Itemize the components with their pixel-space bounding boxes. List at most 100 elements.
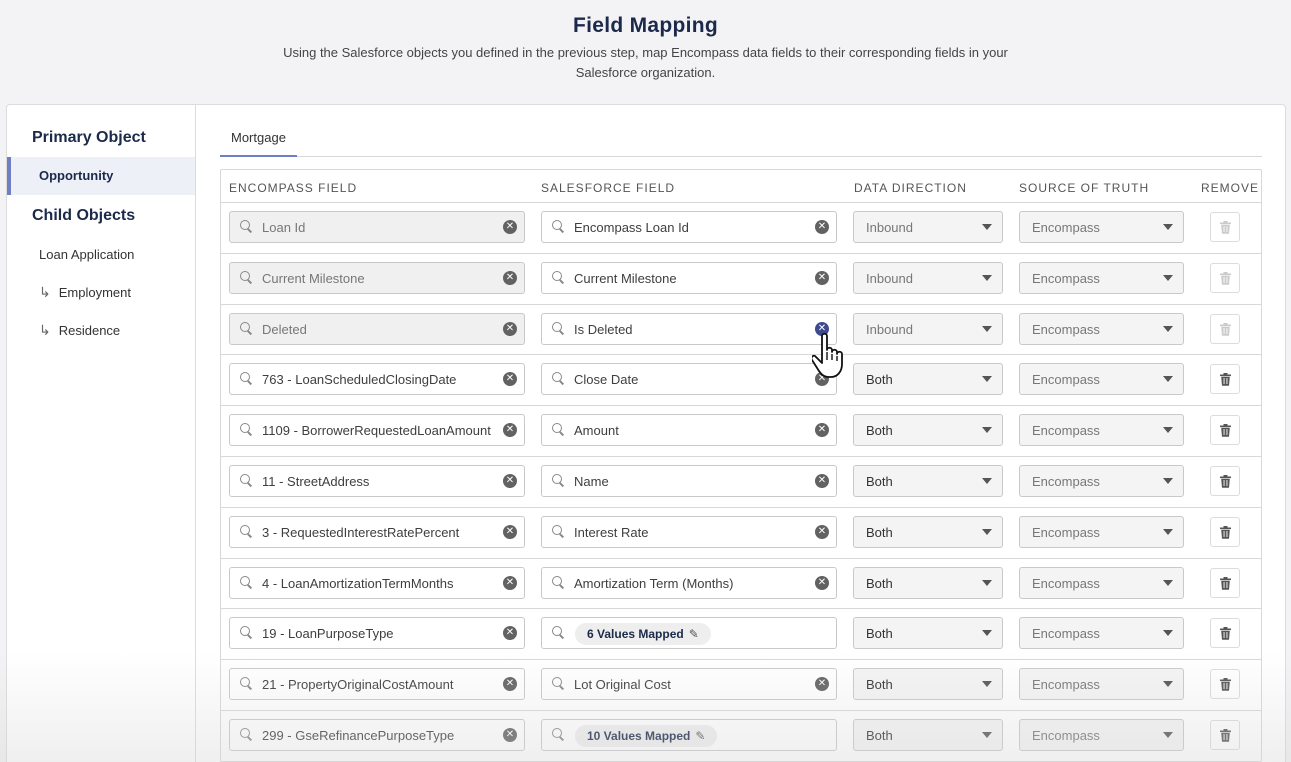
encompass-field-input[interactable]: 4 - LoanAmortizationTermMonths ✕ xyxy=(229,566,525,599)
source-of-truth-select[interactable]: Encompass xyxy=(1019,718,1184,751)
data-direction-select[interactable]: Both xyxy=(853,414,1003,447)
clear-icon[interactable]: ✕ xyxy=(815,677,829,692)
clear-icon[interactable]: ✕ xyxy=(503,423,517,438)
clear-icon[interactable]: ✕ xyxy=(815,575,829,590)
remove-button[interactable] xyxy=(1210,618,1240,649)
tab-mortgage[interactable]: Mortgage xyxy=(220,129,297,157)
search-icon xyxy=(240,575,251,587)
data-direction-select[interactable]: Inbound xyxy=(853,312,1003,345)
search-icon xyxy=(240,473,251,485)
data-direction-select[interactable]: Both xyxy=(853,566,1003,599)
clear-icon[interactable]: ✕ xyxy=(815,473,829,488)
clear-icon[interactable]: ✕ xyxy=(503,372,517,387)
source-of-truth-select[interactable]: Encompass xyxy=(1019,515,1184,548)
clear-icon[interactable]: ✕ xyxy=(503,626,517,641)
values-mapped-label: 6 Values Mapped xyxy=(587,627,684,642)
source-of-truth-select[interactable]: Encompass xyxy=(1019,464,1184,497)
data-direction-select[interactable]: Both xyxy=(853,515,1003,548)
data-direction-select[interactable]: Inbound xyxy=(853,261,1003,294)
search-icon xyxy=(240,423,251,434)
sidebar-item-residence[interactable]: ↳ Residence xyxy=(39,322,120,339)
encompass-field-input[interactable]: 1109 - BorrowerRequestedLoanAmount ✕ xyxy=(229,414,525,447)
page-header: Field Mapping Using the Salesforce objec… xyxy=(0,0,1291,104)
remove-button[interactable] xyxy=(1210,719,1240,750)
salesforce-field-input[interactable]: Lot Original Cost ✕ xyxy=(541,668,837,701)
encompass-field-input[interactable]: 19 - LoanPurposeType ✕ xyxy=(229,617,525,650)
encompass-field-value: 3 - RequestedInterestRatePercent xyxy=(262,524,460,540)
salesforce-field-input[interactable]: Close Date ✕ xyxy=(541,363,837,396)
clear-icon[interactable]: ✕ xyxy=(815,524,829,539)
source-of-truth-select[interactable]: Encompass xyxy=(1019,414,1184,447)
salesforce-field-input[interactable]: 6 Values Mapped ✎ xyxy=(541,617,837,650)
sidebar-item-opportunity[interactable]: Opportunity xyxy=(7,157,195,195)
encompass-field-input[interactable]: 21 - PropertyOriginalCostAmount ✕ xyxy=(229,668,525,701)
table-row: Loan Id ✕ Encompass Loan Id ✕ Inbound En… xyxy=(221,203,1261,254)
data-direction-value: Both xyxy=(866,727,893,743)
search-icon xyxy=(552,372,563,383)
salesforce-field-input[interactable]: Interest Rate ✕ xyxy=(541,515,837,548)
encompass-field-input[interactable]: Deleted ✕ xyxy=(229,312,525,345)
clear-icon[interactable]: ✕ xyxy=(815,220,829,234)
salesforce-field-input[interactable]: Is Deleted ✕ xyxy=(541,312,837,345)
data-direction-select[interactable]: Both xyxy=(853,464,1003,497)
search-icon xyxy=(552,473,563,485)
salesforce-field-input[interactable]: Amount ✕ xyxy=(541,414,837,447)
source-of-truth-select[interactable]: Encompass xyxy=(1019,566,1184,599)
clear-icon[interactable]: ✕ xyxy=(503,575,517,590)
salesforce-field-input[interactable]: Amortization Term (Months) ✕ xyxy=(541,566,837,599)
salesforce-field-input[interactable]: Current Milestone ✕ xyxy=(541,261,837,294)
data-direction-select[interactable]: Both xyxy=(853,363,1003,396)
clear-icon[interactable]: ✕ xyxy=(815,270,829,285)
clear-icon[interactable]: ✕ xyxy=(503,727,517,742)
clear-icon[interactable]: ✕ xyxy=(503,220,517,234)
clear-icon[interactable]: ✕ xyxy=(503,677,517,692)
remove-button[interactable] xyxy=(1210,516,1240,547)
source-of-truth-select[interactable]: Encompass xyxy=(1019,312,1184,345)
remove-button[interactable] xyxy=(1210,415,1240,446)
data-direction-select[interactable]: Both xyxy=(853,718,1003,751)
source-of-truth-value: Encompass xyxy=(1032,626,1100,642)
salesforce-field-input[interactable]: Name ✕ xyxy=(541,464,837,497)
source-of-truth-select[interactable]: Encompass xyxy=(1019,617,1184,650)
chevron-down-icon xyxy=(982,477,992,484)
remove-button[interactable] xyxy=(1210,465,1240,496)
chevron-down-icon xyxy=(1163,224,1173,230)
salesforce-field-value: Interest Rate xyxy=(574,524,649,540)
remove-button[interactable] xyxy=(1210,567,1240,598)
salesforce-field-input[interactable]: 10 Values Mapped ✎ xyxy=(541,718,837,751)
encompass-field-value: 1109 - BorrowerRequestedLoanAmount xyxy=(262,423,491,439)
primary-object-heading: Primary Object xyxy=(32,129,146,146)
chevron-down-icon xyxy=(982,224,992,230)
encompass-field-input[interactable]: 299 - GseRefinancePurposeType ✕ xyxy=(229,718,525,751)
data-direction-select[interactable]: Both xyxy=(853,617,1003,650)
clear-icon[interactable]: ✕ xyxy=(815,372,829,387)
sidebar-item-loan-application[interactable]: Loan Application xyxy=(39,247,134,262)
values-mapped-pill[interactable]: 10 Values Mapped ✎ xyxy=(575,724,718,747)
values-mapped-pill[interactable]: 6 Values Mapped ✎ xyxy=(575,623,711,646)
encompass-field-input[interactable]: Loan Id ✕ xyxy=(229,211,525,243)
table-body: Loan Id ✕ Encompass Loan Id ✕ Inbound En… xyxy=(221,203,1261,762)
clear-icon[interactable]: ✕ xyxy=(503,321,517,336)
clear-icon[interactable]: ✕ xyxy=(815,321,829,336)
encompass-field-input[interactable]: Current Milestone ✕ xyxy=(229,261,525,294)
sidebar-item-employment[interactable]: ↳ Employment xyxy=(39,284,131,301)
clear-icon[interactable]: ✕ xyxy=(503,270,517,285)
source-of-truth-select[interactable]: Encompass xyxy=(1019,211,1184,243)
remove-button[interactable] xyxy=(1210,669,1240,700)
source-of-truth-select[interactable]: Encompass xyxy=(1019,668,1184,701)
source-of-truth-select[interactable]: Encompass xyxy=(1019,363,1184,396)
data-direction-select[interactable]: Inbound xyxy=(853,211,1003,243)
data-direction-select[interactable]: Both xyxy=(853,668,1003,701)
clear-icon[interactable]: ✕ xyxy=(503,524,517,539)
source-of-truth-select[interactable]: Encompass xyxy=(1019,261,1184,294)
encompass-field-input[interactable]: 11 - StreetAddress ✕ xyxy=(229,464,525,497)
remove-button[interactable] xyxy=(1210,364,1240,395)
encompass-field-input[interactable]: 3 - RequestedInterestRatePercent ✕ xyxy=(229,515,525,548)
encompass-field-value: 763 - LoanScheduledClosingDate xyxy=(262,372,457,388)
salesforce-field-input[interactable]: Encompass Loan Id ✕ xyxy=(541,211,837,243)
chevron-down-icon xyxy=(1163,681,1173,688)
salesforce-field-value: Name xyxy=(574,473,609,489)
clear-icon[interactable]: ✕ xyxy=(503,473,517,488)
clear-icon[interactable]: ✕ xyxy=(815,423,829,438)
encompass-field-input[interactable]: 763 - LoanScheduledClosingDate ✕ xyxy=(229,363,525,396)
